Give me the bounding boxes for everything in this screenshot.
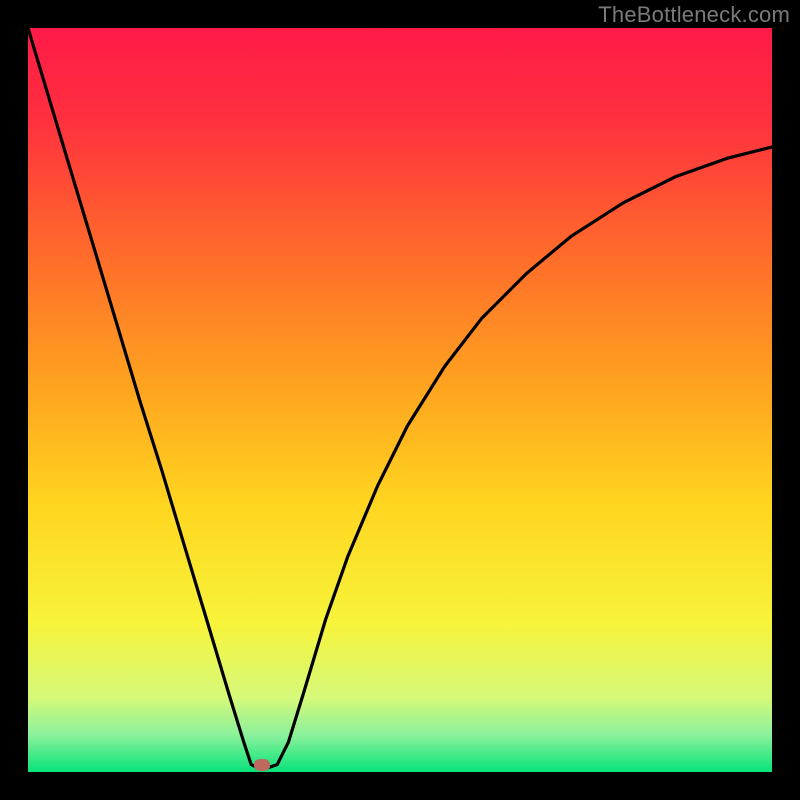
- chart-frame: TheBottleneck.com: [0, 0, 800, 800]
- plot-area: [28, 28, 772, 772]
- optimal-point-marker: [254, 759, 270, 771]
- watermark-text: TheBottleneck.com: [598, 2, 790, 28]
